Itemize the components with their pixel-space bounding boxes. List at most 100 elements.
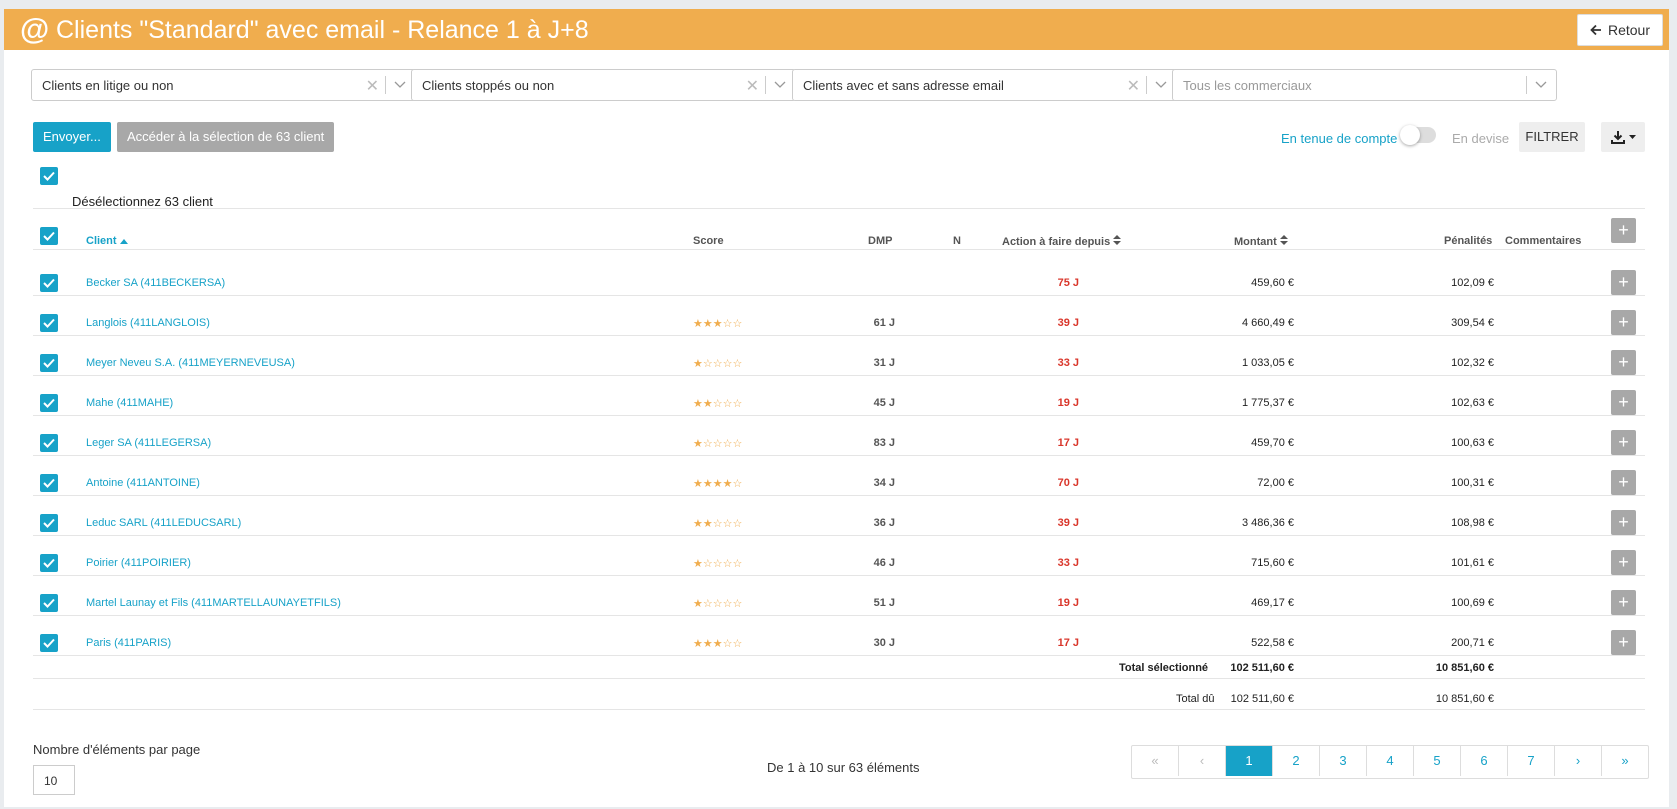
clear-icon[interactable]: ✕	[1127, 76, 1140, 96]
client-link[interactable]: Paris (411PARIS)	[86, 637, 171, 649]
add-comment-button[interactable]: +	[1611, 470, 1636, 495]
score-stars: ★☆☆☆☆	[693, 438, 743, 450]
row-divider	[33, 615, 1645, 616]
add-comment-button[interactable]: +	[1611, 630, 1636, 655]
client-link[interactable]: Poirier (411POIRIER)	[86, 557, 191, 569]
dmp-value: 36 J	[873, 517, 895, 529]
client-link[interactable]: Meyer Neveu S.A. (411MEYERNEVEUSA)	[86, 357, 295, 369]
page-header: @ Clients "Standard" avec email - Relanc…	[4, 9, 1669, 50]
email-filter-select[interactable]: Clients avec et sans adresse email ✕	[792, 69, 1177, 101]
add-comment-button[interactable]: +	[1611, 510, 1636, 535]
chevron-down-icon[interactable]	[1534, 79, 1548, 91]
page-button[interactable]: 6	[1461, 746, 1508, 776]
divider	[33, 678, 1645, 679]
add-comment-button[interactable]: +	[1611, 390, 1636, 415]
next-page-button[interactable]: ›	[1555, 746, 1602, 776]
last-page-button[interactable]: »	[1602, 746, 1648, 776]
chevron-down-icon[interactable]	[773, 79, 787, 91]
column-header-penalites[interactable]: Pénalités	[1444, 235, 1492, 247]
clear-icon[interactable]: ✕	[746, 76, 759, 96]
litige-filter-select[interactable]: Clients en litige ou non ✕	[31, 69, 416, 101]
client-link[interactable]: Martel Launay et Fils (411MARTELLAUNAYET…	[86, 597, 341, 609]
client-link[interactable]: Becker SA (411BECKERSA)	[86, 277, 225, 289]
add-comment-button[interactable]: +	[1611, 270, 1636, 295]
select-separator	[1526, 76, 1527, 94]
row-checkbox[interactable]	[40, 514, 58, 532]
action-days: 39 J	[1057, 317, 1079, 329]
score-stars: ★★★☆☆	[693, 318, 743, 330]
client-link[interactable]: Leduc SARL (411LEDUCSARL)	[86, 517, 241, 529]
column-header-action[interactable]: Action à faire depuis	[1002, 235, 1122, 248]
row-divider	[33, 655, 1645, 656]
back-button[interactable]: Retour	[1576, 14, 1663, 46]
score-stars: ★★★☆☆	[693, 638, 743, 650]
client-link[interactable]: Langlois (411LANGLOIS)	[86, 317, 210, 329]
page-button[interactable]: 5	[1414, 746, 1461, 776]
action-days: 19 J	[1057, 597, 1079, 609]
currency-toggle[interactable]	[1400, 125, 1436, 145]
commerciaux-filter-select[interactable]: Tous les commerciaux	[1172, 69, 1557, 101]
column-header-score[interactable]: Score	[693, 235, 724, 247]
client-link[interactable]: Mahe (411MAHE)	[86, 397, 173, 409]
clear-icon[interactable]: ✕	[366, 76, 379, 96]
select-all-checkbox[interactable]	[40, 227, 58, 245]
deselect-label: Désélectionnez 63 client	[72, 194, 213, 209]
page-button[interactable]: 3	[1320, 746, 1367, 776]
dmp-value: 83 J	[873, 437, 895, 449]
page-button[interactable]: 1	[1226, 746, 1273, 776]
column-header-n[interactable]: N	[953, 235, 961, 247]
action-days: 33 J	[1057, 357, 1079, 369]
column-header-action-label: Action à faire depuis	[1002, 236, 1111, 248]
column-header-montant[interactable]: Montant	[1234, 235, 1288, 248]
montant-value: 459,60 €	[1251, 277, 1294, 289]
page: @ Clients "Standard" avec email - Relanc…	[4, 9, 1669, 807]
row-checkbox[interactable]	[40, 274, 58, 292]
dmp-value: 46 J	[873, 557, 895, 569]
penalites-value: 102,32 €	[1451, 357, 1494, 369]
column-header-montant-label: Montant	[1234, 236, 1277, 248]
add-comment-button[interactable]: +	[1611, 350, 1636, 375]
row-checkbox[interactable]	[40, 594, 58, 612]
score-stars: ★★★★☆	[693, 478, 743, 490]
stoppes-filter-select[interactable]: Clients stoppés ou non ✕	[411, 69, 796, 101]
dmp-value: 45 J	[873, 397, 895, 409]
page-button[interactable]: 7	[1508, 746, 1555, 776]
row-divider	[33, 535, 1645, 536]
column-header-commentaires[interactable]: Commentaires	[1505, 235, 1581, 247]
add-comment-button[interactable]: +	[1611, 310, 1636, 335]
access-selection-button[interactable]: Accéder à la sélection de 63 client	[117, 122, 335, 152]
row-checkbox[interactable]	[40, 314, 58, 332]
send-button[interactable]: Envoyer...	[33, 122, 111, 152]
chevron-down-icon[interactable]	[393, 79, 407, 91]
total-due-montant: 102 511,60 €	[1230, 693, 1294, 705]
page-button[interactable]: 4	[1367, 746, 1414, 776]
column-header-client[interactable]: Client	[86, 235, 128, 247]
download-dropdown-button[interactable]	[1601, 122, 1645, 152]
first-page-button[interactable]: «	[1132, 746, 1179, 776]
row-checkbox[interactable]	[40, 394, 58, 412]
penalites-value: 102,63 €	[1451, 397, 1494, 409]
devise-label: En devise	[1452, 131, 1510, 146]
client-link[interactable]: Leger SA (411LEGERSA)	[86, 437, 211, 449]
chevron-down-icon[interactable]	[1154, 79, 1168, 91]
row-divider	[33, 415, 1645, 416]
add-column-button[interactable]: +	[1611, 218, 1636, 243]
row-checkbox[interactable]	[40, 554, 58, 572]
client-link[interactable]: Antoine (411ANTOINE)	[86, 477, 200, 489]
row-checkbox[interactable]	[40, 634, 58, 652]
column-header-dmp[interactable]: DMP	[868, 235, 892, 247]
add-comment-button[interactable]: +	[1611, 550, 1636, 575]
filter-button[interactable]: FILTRER	[1519, 122, 1585, 152]
row-checkbox[interactable]	[40, 434, 58, 452]
deselect-all-checkbox[interactable]	[40, 167, 58, 185]
page-button[interactable]: 2	[1273, 746, 1320, 776]
per-page-input[interactable]: 10	[33, 765, 75, 795]
add-comment-button[interactable]: +	[1611, 590, 1636, 615]
row-checkbox[interactable]	[40, 354, 58, 372]
select-separator	[765, 76, 766, 94]
pagination: « ‹ 1 2 3 4 5 6 7 › »	[1131, 745, 1649, 779]
row-checkbox[interactable]	[40, 474, 58, 492]
penalites-value: 102,09 €	[1451, 277, 1494, 289]
prev-page-button[interactable]: ‹	[1179, 746, 1226, 776]
add-comment-button[interactable]: +	[1611, 430, 1636, 455]
